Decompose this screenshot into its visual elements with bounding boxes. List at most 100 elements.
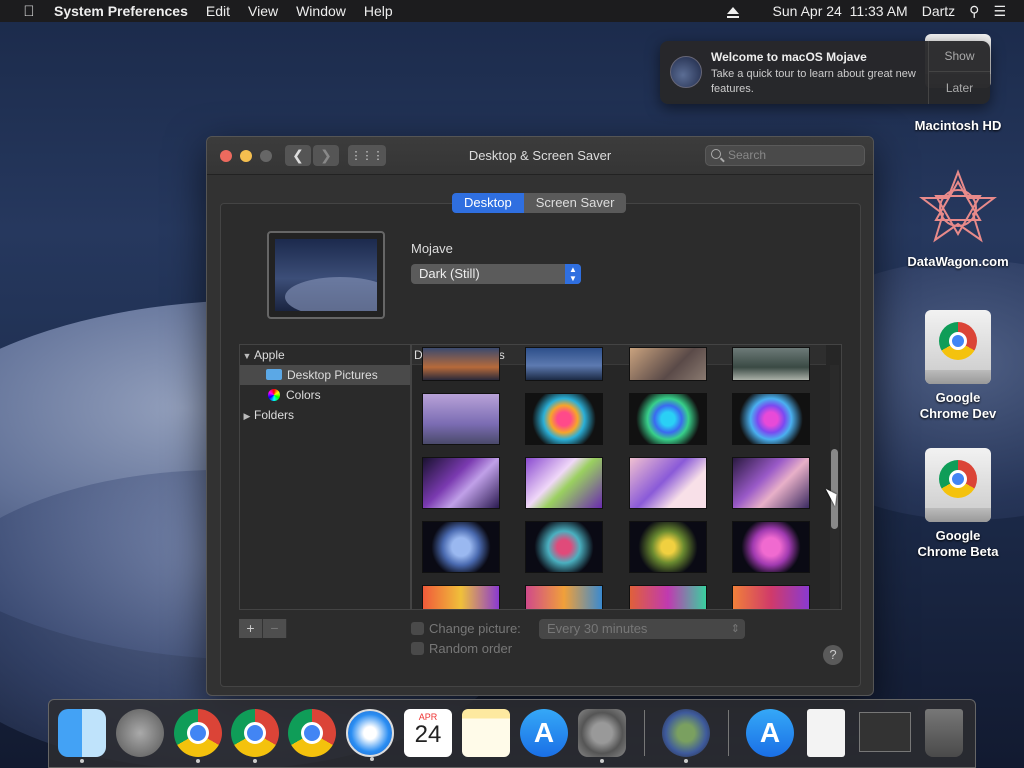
random-order-label: Random order: [429, 641, 513, 656]
source-group-label: Folders: [254, 408, 295, 422]
mojave-icon: [670, 56, 702, 88]
random-order-checkbox[interactable]: Random order: [411, 641, 512, 656]
wallpaper-thumbnail[interactable]: [525, 457, 603, 509]
color-wheel-icon: [268, 389, 280, 401]
chrome-beta-icon[interactable]: [288, 709, 336, 757]
launchpad-icon[interactable]: [116, 709, 164, 757]
disclosure-open-icon: ▼: [242, 351, 252, 361]
document-icon[interactable]: [807, 709, 845, 757]
interval-value: Every 30 minutes: [547, 621, 648, 636]
wallpaper-thumbnail[interactable]: [629, 347, 707, 381]
screenshot-icon[interactable]: [859, 712, 911, 752]
desktop-icon-datawagon[interactable]: DataWagon.com: [903, 168, 1013, 270]
list-icon[interactable]: ☰: [993, 3, 1006, 20]
appearance-select[interactable]: Dark (Still) ▲ ▼: [411, 264, 581, 284]
wallpaper-name: Mojave: [411, 241, 453, 256]
menu-app-name[interactable]: System Preferences: [54, 3, 188, 19]
source-group-apple[interactable]: ▼ Apple: [240, 345, 410, 365]
app-store-icon[interactable]: A: [520, 709, 568, 757]
wallpaper-thumbnail[interactable]: [732, 585, 810, 609]
source-group-folders[interactable]: ▶ Folders: [240, 405, 410, 425]
source-list: ▼ Apple Desktop Pictures Colors ▶ Folders: [239, 344, 411, 610]
add-folder-button[interactable]: +: [239, 619, 263, 638]
wallpaper-thumbnail[interactable]: [732, 521, 810, 573]
wallpaper-thumbnail[interactable]: [422, 393, 500, 445]
menu-view[interactable]: View: [248, 3, 278, 19]
system-preferences-icon[interactable]: [578, 709, 626, 763]
folder-icon: [266, 369, 282, 380]
remove-folder-button[interactable]: −: [263, 619, 287, 638]
wallpaper-thumbnail[interactable]: [525, 347, 603, 381]
safari-icon[interactable]: [346, 709, 394, 761]
app-store-folder-icon[interactable]: A: [746, 709, 794, 757]
dock: APR 24 A A: [48, 699, 976, 768]
checkbox-icon: [411, 642, 424, 655]
tab-screen-saver[interactable]: Screen Saver: [523, 193, 627, 213]
notification-show-button[interactable]: Show: [929, 41, 990, 72]
wallpaper-thumbnail[interactable]: [525, 585, 603, 609]
dock-separator: [644, 710, 645, 756]
desktop-icon-chrome-dev[interactable]: Google Chrome Dev: [903, 310, 1013, 422]
wallpaper-thumbnail[interactable]: [422, 585, 500, 609]
desktop-icon-label: Google Chrome Dev: [919, 390, 997, 421]
wallpaper-thumbnail[interactable]: [629, 393, 707, 445]
menu-help[interactable]: Help: [364, 3, 393, 19]
menu-bar:  System Preferences Edit View Window He…: [0, 0, 1024, 22]
help-button[interactable]: ?: [823, 645, 843, 665]
tab-desktop[interactable]: Desktop: [452, 193, 524, 213]
menu-window[interactable]: Window: [296, 3, 346, 19]
wallpaper-thumbnail[interactable]: [422, 347, 500, 381]
disclosure-closed-icon: ▶: [243, 411, 251, 421]
search-icon: [711, 149, 721, 159]
chevron-updown-icon: ▲ ▼: [565, 264, 581, 284]
desktop-screensaver-window: ❮ ❯ ⋮⋮⋮ Desktop & Screen Saver Search De…: [206, 136, 874, 696]
desktop-icon-label: DataWagon.com: [907, 254, 1009, 269]
eject-icon[interactable]: [726, 3, 753, 19]
appearance-value: Dark (Still): [419, 266, 480, 281]
wallpaper-thumbnail[interactable]: [732, 347, 810, 381]
notification-title: Welcome to macOS Mojave: [711, 50, 867, 64]
notification-later-button[interactable]: Later: [929, 72, 990, 103]
wallpaper-thumbnail[interactable]: [629, 457, 707, 509]
menu-edit[interactable]: Edit: [206, 3, 230, 19]
desktop-icon-label: Google Chrome Beta: [917, 528, 999, 559]
wallpaper-thumbnail[interactable]: [422, 521, 500, 573]
apple-icon[interactable]: : [18, 3, 40, 20]
chrome-disk-icon: [925, 310, 991, 384]
source-item-colors[interactable]: Colors: [240, 385, 410, 405]
source-item-label: Desktop Pictures: [287, 368, 378, 382]
calendar-icon[interactable]: APR 24: [404, 709, 452, 757]
wallpaper-thumbnail[interactable]: [629, 521, 707, 573]
title-bar[interactable]: ❮ ❯ ⋮⋮⋮ Desktop & Screen Saver Search: [207, 137, 873, 175]
wallpaper-thumbnail[interactable]: [422, 457, 500, 509]
dock-separator: [728, 710, 729, 756]
add-remove-buttons: + −: [239, 619, 287, 638]
search-field[interactable]: Search: [705, 145, 865, 166]
wallpaper-thumbnail[interactable]: [732, 393, 810, 445]
notes-icon[interactable]: [462, 709, 510, 757]
notification-banner[interactable]: Welcome to macOS Mojave Take a quick tou…: [660, 41, 990, 104]
user-name[interactable]: Dartz: [922, 3, 955, 19]
source-group-label: Apple: [254, 348, 285, 362]
clock[interactable]: Sun Apr 24 11:33 AM: [773, 3, 908, 19]
downloads-icon[interactable]: [662, 709, 710, 763]
trash-icon[interactable]: [925, 709, 963, 757]
chrome-icon[interactable]: [174, 709, 222, 763]
desktop-icon-label: Macintosh HD: [914, 118, 1002, 133]
wallpaper-thumbnail[interactable]: [525, 521, 603, 573]
source-item-desktop-pictures[interactable]: Desktop Pictures: [240, 365, 410, 385]
chrome-disk-icon: [925, 448, 991, 522]
wallpaper-thumbnail[interactable]: [525, 393, 603, 445]
wallpaper-thumbnail[interactable]: [732, 457, 810, 509]
chrome-dev-icon[interactable]: [231, 709, 279, 763]
change-interval-select[interactable]: Every 30 minutes: [539, 619, 745, 639]
desktop-icon-chrome-beta[interactable]: Google Chrome Beta: [903, 448, 1013, 560]
picture-grid: Desktop Pictures: [411, 344, 842, 610]
checkbox-icon: [411, 622, 424, 635]
wallpaper-thumbnail[interactable]: [629, 585, 707, 609]
change-picture-checkbox[interactable]: Change picture:: [411, 621, 521, 636]
finder-icon[interactable]: [58, 709, 106, 763]
tab-bar: Desktop Screen Saver: [452, 193, 627, 213]
change-picture-label: Change picture:: [429, 621, 521, 636]
search-icon[interactable]: ⚲: [969, 3, 979, 20]
